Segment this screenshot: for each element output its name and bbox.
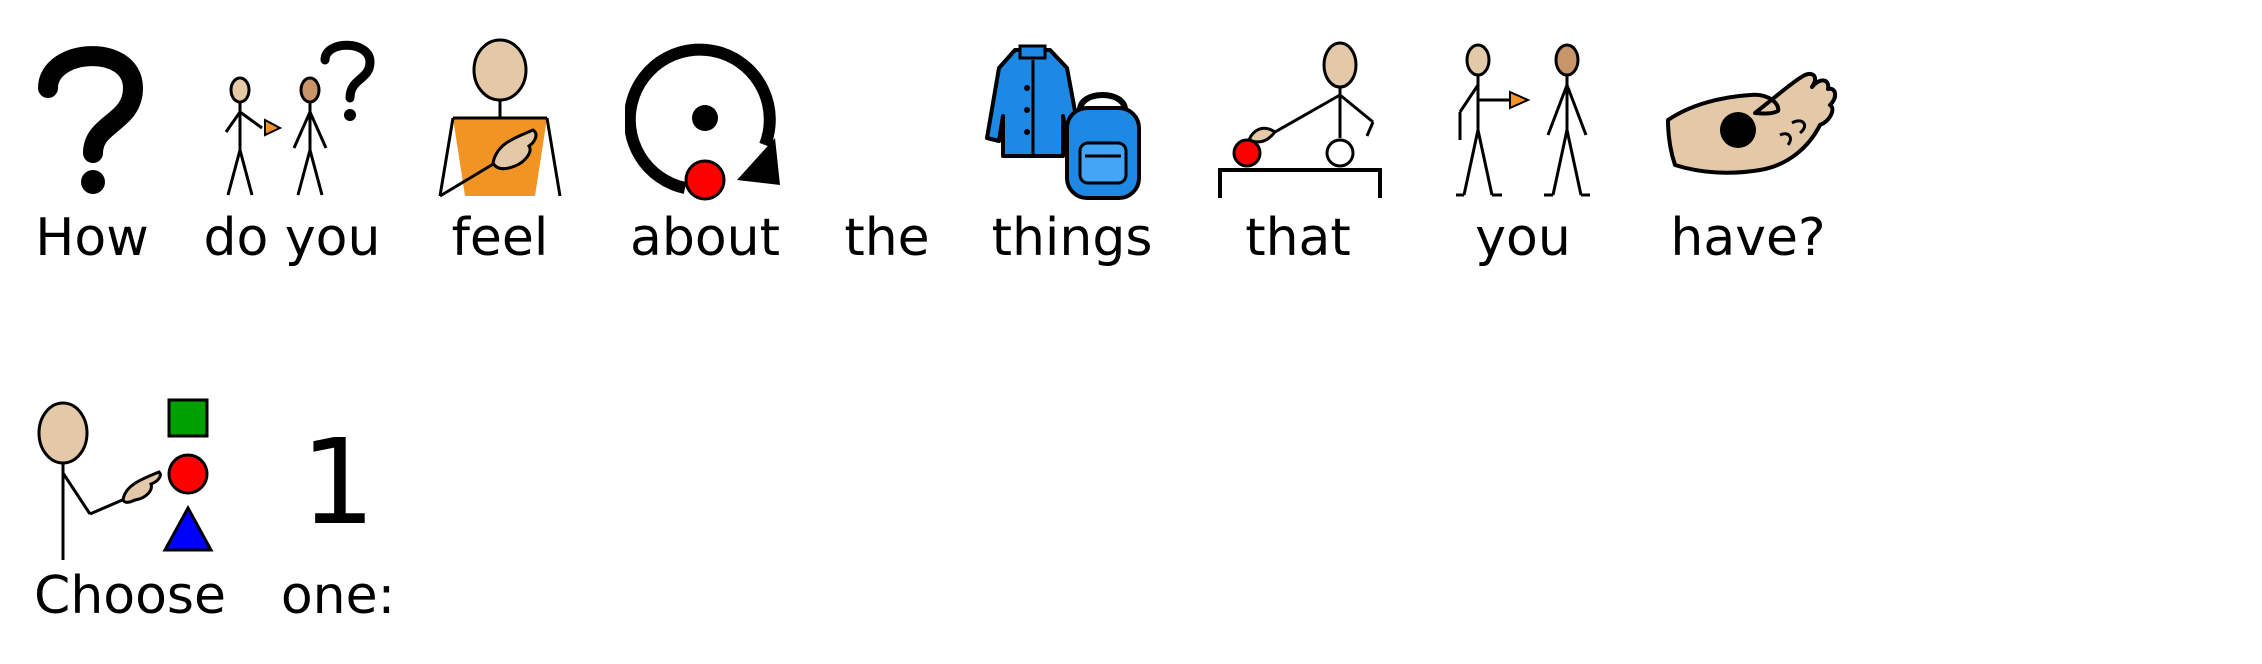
person-pointing-at-person-icon — [1456, 43, 1590, 197]
open-hand-holding-ball-icon — [1666, 72, 1837, 175]
word-things: things — [991, 208, 1153, 268]
coat-and-backpack-icon — [985, 44, 1141, 200]
word-one: one: — [280, 566, 396, 626]
person-choosing-shapes-icon — [37, 398, 214, 560]
word-the: the — [844, 208, 930, 268]
word-feel: feel — [451, 208, 549, 268]
circle-arrow-dot-icon — [625, 43, 780, 201]
word-that: that — [1245, 208, 1351, 268]
question-mark-icon — [38, 46, 144, 194]
word-about: about — [629, 208, 781, 268]
word-have: have? — [1670, 208, 1826, 268]
word-how: How — [35, 208, 149, 268]
word-do-you: do you — [203, 208, 381, 268]
number-one-icon: 1 — [300, 413, 376, 551]
word-choose: Choose — [34, 566, 226, 626]
person-asking-icon — [224, 40, 375, 196]
pointing-at-object-icon — [1218, 41, 1382, 198]
person-hand-on-chest-icon — [438, 38, 562, 198]
word-you: you — [1475, 208, 1571, 268]
